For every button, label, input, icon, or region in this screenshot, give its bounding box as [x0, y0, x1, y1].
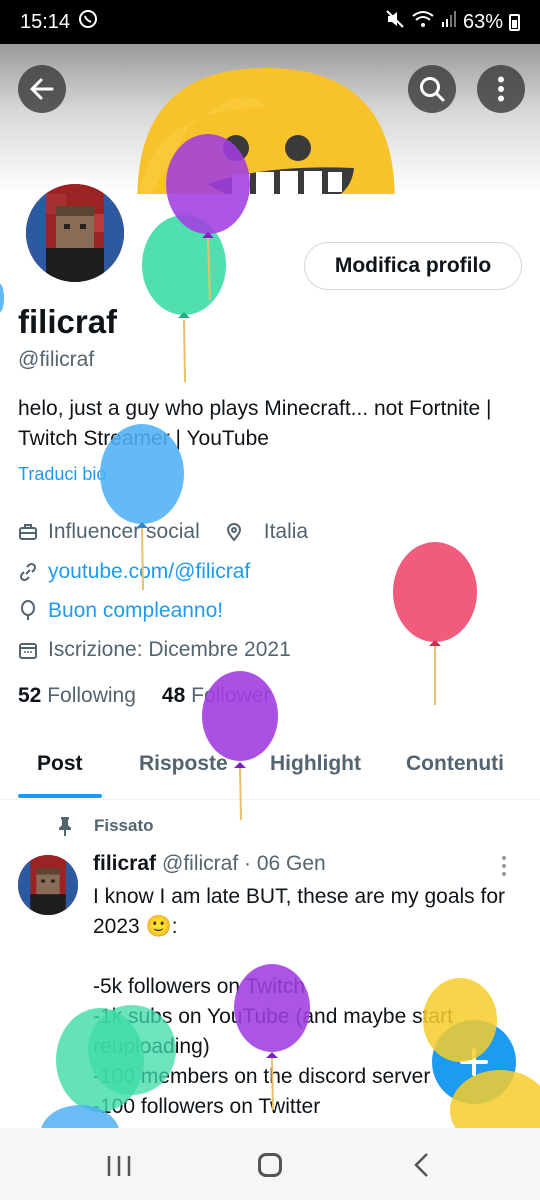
tab-highlight[interactable]: Highlight: [270, 752, 361, 776]
status-time: 15:14: [20, 10, 71, 33]
post-author-avatar[interactable]: [18, 855, 78, 915]
recent-apps-button[interactable]: [106, 1154, 132, 1183]
balloon-icon: [0, 284, 4, 312]
profile-website-row[interactable]: youtube.com/@filicraf: [18, 560, 250, 584]
recent-apps-icon: [107, 1156, 131, 1176]
post-header: filicraf @filicraf · 06 Gen: [93, 852, 326, 876]
post-author-name[interactable]: filicraf: [93, 852, 156, 876]
whatsapp-icon: [78, 9, 98, 35]
battery-percent: 63%: [462, 10, 503, 33]
more-vertical-icon: [498, 76, 504, 102]
followers-count: 48: [161, 684, 186, 707]
post-more-button[interactable]: [500, 855, 508, 882]
calendar-icon: [19, 643, 37, 659]
tab-risposte[interactable]: Risposte: [139, 752, 228, 776]
back-arrow-icon: [30, 78, 54, 100]
compose-button[interactable]: [432, 1020, 516, 1104]
more-options-button[interactable]: [477, 65, 525, 113]
wifi-icon: [411, 9, 435, 35]
avatar-image: [18, 855, 78, 915]
compose-plus-icon: [460, 1048, 488, 1076]
grinning-emoji-banner: [137, 68, 395, 194]
profile-handle: @filicraf: [18, 348, 95, 371]
tab-contenuti[interactable]: Contenuti: [406, 752, 504, 776]
status-bar: 15:14 63%: [0, 0, 540, 44]
active-tab-indicator: [18, 794, 102, 798]
system-nav-bar: [0, 1128, 540, 1200]
location-pin-icon: [226, 523, 241, 542]
link-icon: [19, 562, 37, 582]
avatar-image: [26, 184, 124, 282]
profile-category: Influencer social: [48, 520, 200, 543]
profile-birthday-row: Buon compleanno!: [18, 599, 223, 623]
profile-website-link[interactable]: youtube.com/@filicraf: [48, 560, 250, 584]
followers-label: Follower: [191, 684, 271, 707]
following-label: Following: [47, 684, 136, 707]
search-icon: [420, 77, 445, 102]
following-count: 52: [18, 684, 42, 707]
follow-stats: 52 Following 48 Follower: [18, 684, 270, 708]
briefcase-icon: [19, 524, 37, 540]
battery-icon: [509, 13, 520, 31]
profile-name: filicraf: [18, 303, 118, 340]
profile-location: Italia: [263, 520, 309, 543]
profile-bio: helo, just a guy who plays Minecraft... …: [18, 397, 492, 450]
following-stat[interactable]: 52 Following: [18, 684, 136, 708]
translate-bio-link[interactable]: Traduci bio: [18, 464, 106, 485]
tab-post[interactable]: Post: [37, 752, 83, 776]
profile-tabs: Post Risposte Highlight Contenuti: [0, 742, 540, 800]
post-meta: @filicraf · 06 Gen: [162, 852, 326, 875]
pin-icon: [59, 817, 71, 836]
pinned-label-row: Fissato: [56, 816, 154, 836]
system-back-button[interactable]: [412, 1152, 430, 1183]
search-button[interactable]: [408, 65, 456, 113]
edit-profile-button[interactable]: Modifica profilo: [304, 242, 522, 290]
profile-banner: [0, 44, 540, 194]
home-button[interactable]: [258, 1153, 282, 1177]
balloon-icon: [21, 600, 35, 620]
balloon-icon: [142, 215, 226, 383]
mute-icon: [385, 9, 405, 35]
balloon-icon: [393, 542, 477, 705]
followers-stat[interactable]: 48 Follower: [162, 684, 271, 708]
profile-meta-row: Influencer social Italia: [18, 520, 308, 544]
chevron-left-icon: [414, 1153, 428, 1177]
profile-joined: Iscrizione: Dicembre 2021: [48, 638, 291, 661]
more-vertical-icon: [502, 856, 506, 876]
pinned-label: Fissato: [94, 816, 154, 835]
profile-avatar[interactable]: [22, 180, 128, 286]
signal-icon: [441, 10, 457, 34]
profile-birthday: Buon compleanno!: [48, 599, 224, 622]
profile-joined-row: Iscrizione: Dicembre 2021: [18, 638, 291, 662]
back-button[interactable]: [18, 65, 66, 113]
